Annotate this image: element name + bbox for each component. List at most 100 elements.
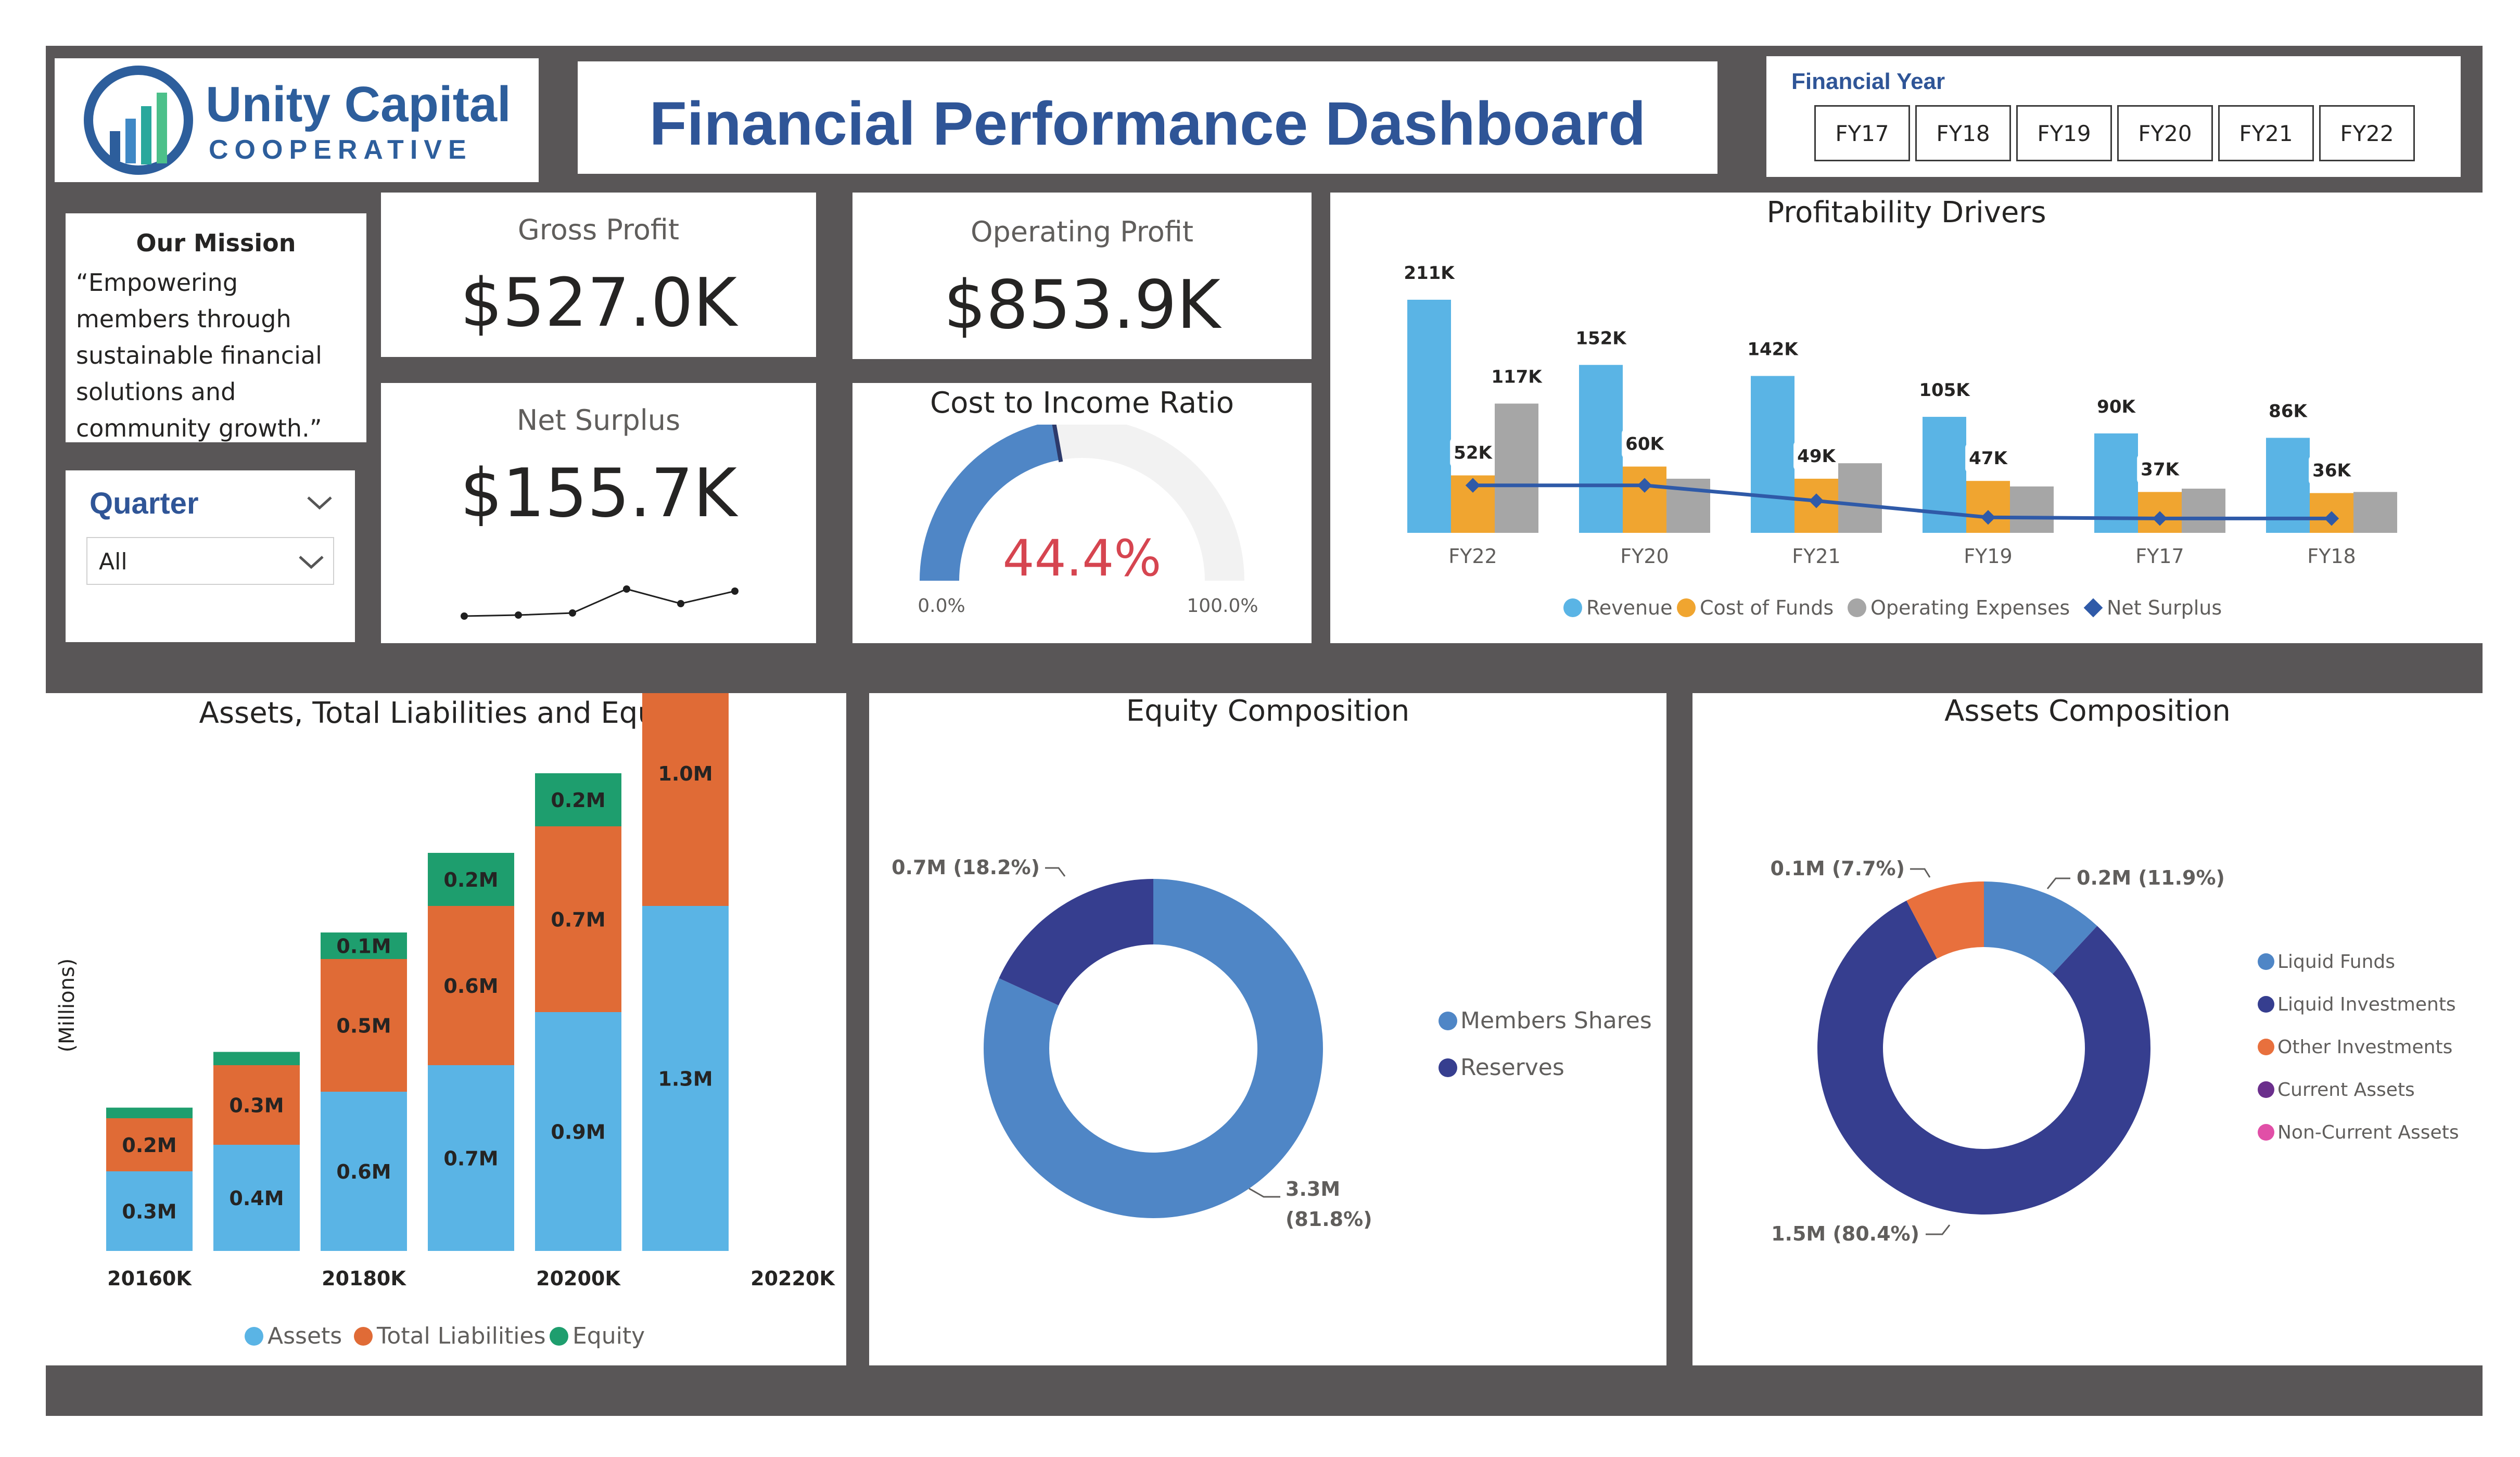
gauge-max-label: 100.0% <box>1187 595 1258 617</box>
gauge-min-label: 0.0% <box>918 595 965 617</box>
legend-marker <box>2083 598 2103 618</box>
profit-data-label: 52K <box>1454 443 1493 464</box>
fy-option-fy22[interactable]: FY22 <box>2319 105 2415 161</box>
financial-year-label: Financial Year <box>1791 69 1945 94</box>
assets-leader-line <box>1926 1224 1951 1235</box>
fy-option-fy19[interactable]: FY19 <box>2016 105 2112 161</box>
legend-marker <box>1439 1012 1457 1030</box>
sparkline-point <box>623 585 630 593</box>
chevron-down-icon[interactable] <box>306 494 333 511</box>
profit-data-label: 37K <box>2141 459 2180 480</box>
ale-x-tick: 20160K <box>107 1267 192 1290</box>
profit-bar-revenue <box>1751 376 1794 533</box>
ale-bar-equity <box>213 1052 300 1065</box>
gauge-title: Cost to Income Ratio <box>930 386 1234 420</box>
net-surplus-sparkline <box>461 585 739 620</box>
ale-data-label: 0.9M <box>551 1121 605 1144</box>
legend-label: Cost of Funds <box>1700 596 1834 619</box>
profit-bar-revenue <box>1579 365 1623 533</box>
profit-data-label: 211K <box>1404 263 1455 284</box>
legend-label: Liquid Funds <box>2277 951 2395 973</box>
assets-leader-line <box>2046 877 2070 889</box>
fy-option-fy20[interactable]: FY20 <box>2117 105 2213 161</box>
profit-data-label: 86K <box>2269 401 2308 421</box>
quarter-label: Quarter <box>90 487 199 520</box>
equity-chart: 3.3M (81.8%) 0.7M (18.2%) Members Shares Res… <box>892 856 1652 1231</box>
profit-x-tick: FY21 <box>1792 545 1840 568</box>
profit-data-label: 49K <box>1797 446 1836 467</box>
profit-data-label: 90K <box>2097 397 2136 417</box>
profit-bar-cost-of-funds <box>1966 481 2010 533</box>
legend-marker <box>2258 1124 2274 1141</box>
assets-label-liquid-investments: 1.5M (80.4%) <box>1771 1222 1919 1245</box>
title-panel: Financial Performance Dashboard <box>578 61 1717 174</box>
cost-to-income-card: Cost to Income Ratio 44.4% 0.0% 100.0% <box>852 383 1312 643</box>
profit-bar-operating-expenses <box>1495 403 1538 533</box>
sparkline-line <box>464 588 735 617</box>
fy-option-fy21[interactable]: FY21 <box>2218 105 2314 161</box>
profit-x-tick: FY19 <box>1964 545 2012 568</box>
assets-composition-chart: 0.2M (11.9%) 0.1M (7.7%) 1.5M (80.4%) Liqui… <box>1771 857 2459 1245</box>
profit-data-label: 105K <box>1919 380 1970 401</box>
legend-label: Revenue <box>1586 596 1673 619</box>
mission-card: Our Mission “Empowering members through … <box>66 213 366 442</box>
ale-data-label: 0.4M <box>229 1187 284 1210</box>
profit-bar-operating-expenses <box>2182 489 2225 533</box>
profit-x-tick: FY22 <box>1448 545 1497 568</box>
equity-label-reserves: 0.7M (18.2%) <box>892 856 1040 879</box>
operating-profit-value: $853.9K <box>944 266 1220 344</box>
profit-bar-operating-expenses <box>2010 486 2054 533</box>
legend-marker <box>1848 598 1866 617</box>
net-surplus-card: Net Surplus $155.7K <box>381 383 816 643</box>
gauge-value: 44.4% <box>1003 529 1162 587</box>
assets-composition-card: Assets Composition 0.2M (11.9%) 0.1M (7.7… <box>1692 693 2483 1365</box>
legend-marker <box>550 1327 568 1346</box>
legend-marker <box>245 1327 263 1346</box>
legend-marker <box>2258 953 2274 970</box>
mission-title: Our Mission <box>136 229 296 257</box>
profit-bar-operating-expenses <box>2353 492 2397 533</box>
legend-label: Current Assets <box>2277 1079 2415 1101</box>
gross-profit-card: Gross Profit $527.0K <box>381 193 816 357</box>
donut-slice-reserves <box>999 879 1153 1006</box>
ale-data-label: 0.3M <box>229 1094 284 1117</box>
profit-data-label: 36K <box>2312 461 2351 481</box>
ale-bar-total-liabilities <box>642 693 729 906</box>
legend-marker <box>2258 996 2274 1013</box>
quarter-dropdown[interactable]: All <box>86 537 334 585</box>
legend-marker <box>354 1327 373 1346</box>
donut-slice-liquid-investments <box>1817 900 2150 1215</box>
ale-data-label: 0.2M <box>551 789 605 812</box>
legend-marker <box>1563 598 1582 617</box>
legend-label: Equity <box>572 1323 645 1349</box>
profit-data-label: 117K <box>1491 367 1543 388</box>
ale-data-label: 0.5M <box>336 1015 391 1038</box>
ale-data-label: 0.6M <box>443 975 498 998</box>
profitability-drivers-card: Profitability Drivers 211K 52K 117K FY22 152… <box>1330 193 2483 643</box>
legend-label: Liquid Investments <box>2277 994 2456 1015</box>
ale-chart: 0.3M 0.2M 0.4M 0.3M 0.6M 0.5M 0.1M 0.7M 0.6M 0.2M… <box>55 693 835 1349</box>
ale-data-label: 1.3M <box>658 1068 712 1091</box>
net-surplus-value: $155.7K <box>460 455 737 532</box>
assets-label-liquid-funds: 0.2M (11.9%) <box>2077 866 2225 889</box>
assets-liabilities-equity-card: Assets, Total Liabilities and Equity 0.3… <box>46 693 846 1365</box>
ale-data-label: 0.7M <box>443 1147 498 1170</box>
quarter-slicer: Quarter All <box>66 470 355 642</box>
mission-text: “Empowering members through sustainable … <box>76 269 322 442</box>
sparkline-point <box>461 612 468 620</box>
logo-icon <box>84 66 193 175</box>
profit-bar-cost-of-funds <box>1623 466 1666 533</box>
gross-profit-label: Gross Profit <box>517 213 680 246</box>
profit-x-tick: FY18 <box>2307 545 2356 568</box>
legend-label: Total Liabilities <box>376 1323 546 1349</box>
net-surplus-label: Net Surplus <box>516 404 681 437</box>
sparkline-point <box>731 587 739 595</box>
ale-x-tick: 20200K <box>536 1267 621 1290</box>
profit-data-label: 60K <box>1625 434 1664 455</box>
ale-x-tick: 20220K <box>750 1267 835 1290</box>
ale-data-label: 0.7M <box>551 909 605 931</box>
fy-option-fy18[interactable]: FY18 <box>1915 105 2011 161</box>
fy-option-fy17[interactable]: FY17 <box>1814 105 1910 161</box>
legend-label: Operating Expenses <box>1870 596 2070 619</box>
legend-label: Assets <box>268 1323 342 1349</box>
